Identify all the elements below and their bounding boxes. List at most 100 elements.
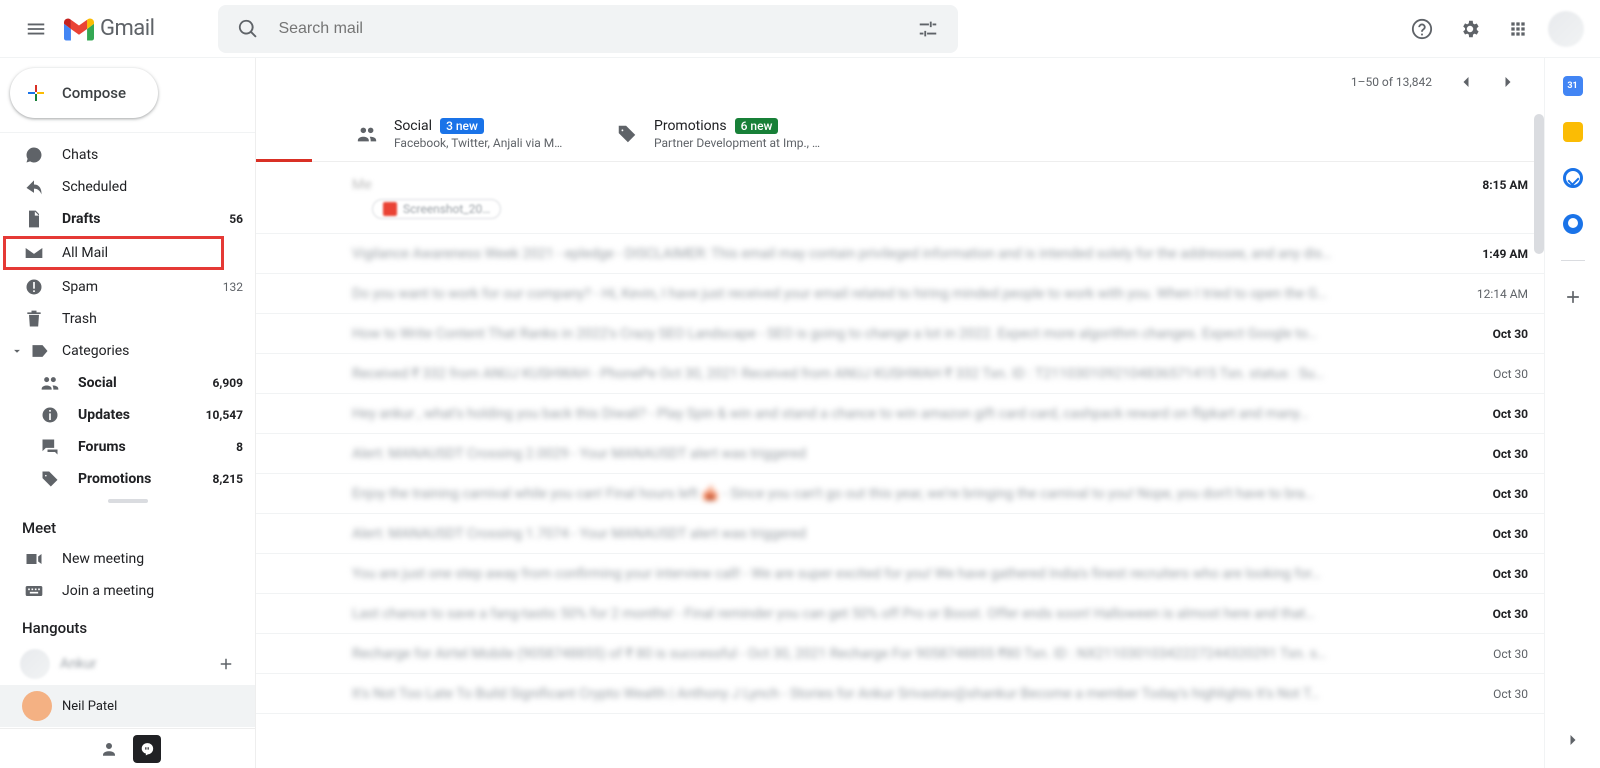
footer-hangouts-button[interactable] xyxy=(133,735,161,763)
apps-icon xyxy=(1508,19,1528,39)
sidebar-footer xyxy=(0,728,255,768)
hangouts-add-button[interactable] xyxy=(217,655,235,673)
prev-page-button[interactable] xyxy=(1450,66,1482,98)
sidebar: Compose Chats Scheduled Drafts 56 xyxy=(0,58,256,768)
search-bar[interactable] xyxy=(218,5,958,53)
nav-chats[interactable]: Chats xyxy=(0,139,255,171)
mail-row[interactable]: Alert: MANAUSDT Crossing 1.7074 - Your M… xyxy=(256,514,1544,554)
help-icon xyxy=(1411,18,1433,40)
nav-label: Trash xyxy=(62,311,243,327)
tune-icon xyxy=(917,18,939,40)
attachment-chip[interactable]: Screenshot_20… xyxy=(372,199,501,219)
next-page-button[interactable] xyxy=(1492,66,1524,98)
tab-social-label: Social xyxy=(394,118,432,134)
nav-scheduled[interactable]: Scheduled xyxy=(0,171,255,203)
meet-new[interactable]: New meeting xyxy=(0,543,255,575)
mail-row[interactable]: Me8:15 AM Screenshot_20… xyxy=(256,162,1544,234)
search-button[interactable] xyxy=(226,7,270,51)
hide-side-panel-button[interactable] xyxy=(1563,730,1583,750)
account-avatar[interactable] xyxy=(1548,11,1584,47)
mail-time: Oct 30 xyxy=(1436,647,1528,661)
tab-promotions[interactable]: Promotions 6 new Partner Development at … xyxy=(596,106,856,161)
settings-button[interactable] xyxy=(1448,7,1492,51)
nav-cat-promotions[interactable]: Promotions 8,215 xyxy=(0,463,255,495)
mail-row[interactable]: Alert: MANAUSDT Crossing 2.0029 - Your M… xyxy=(256,434,1544,474)
nav-all-mail[interactable]: All Mail xyxy=(4,237,223,269)
hangouts-self-row[interactable]: Ankur xyxy=(0,643,255,685)
nav-label: Forums xyxy=(78,439,218,455)
meet-heading: Meet xyxy=(0,507,255,543)
apps-button[interactable] xyxy=(1496,7,1540,51)
compose-button[interactable]: Compose xyxy=(10,68,158,118)
meet-join[interactable]: Join a meeting xyxy=(0,575,255,607)
scrollbar-thumb[interactable] xyxy=(1534,114,1544,254)
nav-count: 132 xyxy=(223,280,243,294)
nav-count: 6,909 xyxy=(213,376,244,390)
mail-row[interactable]: How to Write Content That Ranks in 2022'… xyxy=(256,314,1544,354)
app-header: Gmail xyxy=(0,0,1600,58)
mail-row[interactable]: It's Not Too Late To Build Significant C… xyxy=(256,674,1544,714)
list-toolbar: 1–50 of 13,842 xyxy=(256,58,1544,106)
sidebar-drag-handle[interactable] xyxy=(108,499,148,503)
nav-count: 10,547 xyxy=(206,408,243,422)
nav-trash[interactable]: Trash xyxy=(0,303,255,335)
people-icon xyxy=(356,123,378,145)
attachment-name: Screenshot_20… xyxy=(403,202,490,216)
video-icon xyxy=(24,549,44,569)
nav-cat-social[interactable]: Social 6,909 xyxy=(0,367,255,399)
mail-time: Oct 30 xyxy=(1436,687,1528,701)
mail-row[interactable]: You are just one step away from confirmi… xyxy=(256,554,1544,594)
nav-label: New meeting xyxy=(62,551,243,567)
nav-cat-updates[interactable]: Updates 10,547 xyxy=(0,399,255,431)
mail-time: 1:49 AM xyxy=(1436,247,1528,261)
mail-row[interactable]: Do you want to work for our company? - H… xyxy=(256,274,1544,314)
mail-row[interactable]: Received ₹ 332 from ANUJ KUSHWAH - Phone… xyxy=(256,354,1544,394)
mail-row[interactable]: Enjoy the training carnival while you ca… xyxy=(256,474,1544,514)
support-button[interactable] xyxy=(1400,7,1444,51)
hangouts-avatar xyxy=(20,649,50,679)
tab-primary[interactable] xyxy=(256,106,336,161)
schedule-icon xyxy=(24,177,44,197)
search-options-button[interactable] xyxy=(906,7,950,51)
mail-subject: Me xyxy=(352,177,1436,193)
hangouts-heading: Hangouts xyxy=(0,607,255,643)
mail-time: Oct 30 xyxy=(1436,407,1528,421)
nav-label: Drafts xyxy=(62,211,211,227)
header-actions xyxy=(1400,7,1592,51)
nav-label: Promotions xyxy=(78,471,195,487)
hangouts-icon xyxy=(140,742,154,756)
keep-addon[interactable] xyxy=(1563,122,1583,142)
mail-time: Oct 30 xyxy=(1436,487,1528,501)
nav-categories-toggle[interactable]: Categories xyxy=(0,335,255,367)
tasks-addon[interactable] xyxy=(1563,168,1583,188)
nav-cat-forums[interactable]: Forums 8 xyxy=(0,431,255,463)
tab-social-subtitle: Facebook, Twitter, Anjali via M… xyxy=(394,136,562,150)
mail-time: 8:15 AM xyxy=(1436,178,1528,192)
contacts-addon[interactable] xyxy=(1563,214,1583,234)
mail-row[interactable]: Last chance to save a fang-tastic 50% fo… xyxy=(256,594,1544,634)
calendar-addon[interactable] xyxy=(1563,76,1583,96)
nav-folders: Chats Scheduled Drafts 56 All Mail xyxy=(0,132,255,728)
nav-spam[interactable]: Spam 132 xyxy=(0,271,255,303)
mail-subject: Alert: MANAUSDT Crossing 1.7074 - Your M… xyxy=(352,526,1436,542)
chevron-left-icon xyxy=(1456,72,1476,92)
hangouts-contact-row[interactable]: Neil Patel xyxy=(0,685,255,727)
search-input[interactable] xyxy=(270,20,906,38)
gmail-logo[interactable]: Gmail xyxy=(60,16,166,41)
mail-row[interactable]: Recharge for Airtel Mobile (9058748855) … xyxy=(256,634,1544,674)
plus-icon xyxy=(24,81,48,105)
nav-label: All Mail xyxy=(62,245,211,261)
compose-label: Compose xyxy=(62,84,126,102)
tab-social[interactable]: Social 3 new Facebook, Twitter, Anjali v… xyxy=(336,106,596,161)
mail-row[interactable]: Vigilance Awareness Week 2021 - epledge … xyxy=(256,234,1544,274)
forum-icon xyxy=(40,437,60,457)
mail-row[interactable]: Hey ankur , what's holding you back this… xyxy=(256,394,1544,434)
nav-drafts[interactable]: Drafts 56 xyxy=(0,203,255,235)
get-addons-button[interactable] xyxy=(1563,287,1583,307)
mail-time: 12:14 AM xyxy=(1436,287,1528,301)
tab-promotions-subtitle: Partner Development at Imp., … xyxy=(654,136,820,150)
people-icon xyxy=(40,373,60,393)
main-menu-button[interactable] xyxy=(12,5,60,53)
footer-person-button[interactable] xyxy=(95,735,123,763)
mail-subject: Do you want to work for our company? - H… xyxy=(352,286,1436,302)
